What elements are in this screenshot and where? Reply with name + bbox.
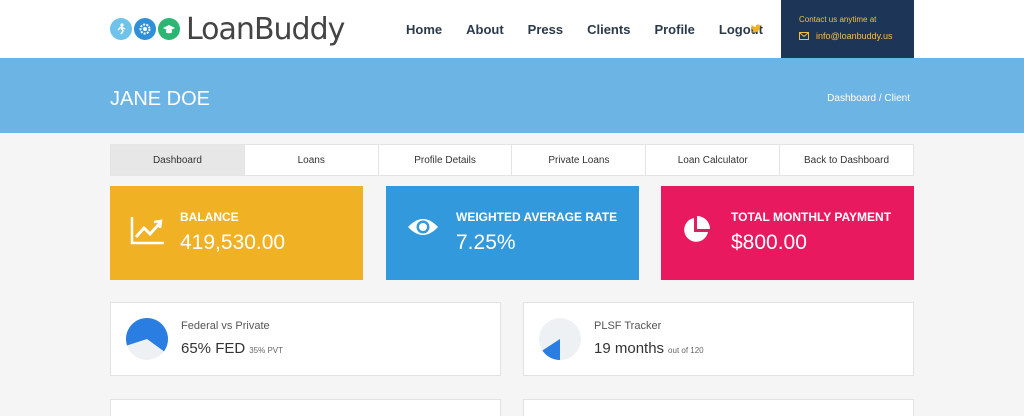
- private-percent: 35% PVT: [249, 346, 283, 355]
- rate-value: 7.25%: [456, 231, 516, 254]
- payment-card: TOTAL MONTHLY PAYMENT $800.00: [661, 186, 914, 280]
- envelope-icon: [799, 32, 809, 40]
- tab-loan-calculator[interactable]: Loan Calculator: [646, 145, 781, 175]
- nav-press[interactable]: Press: [528, 22, 563, 37]
- nav-home[interactable]: Home: [406, 22, 442, 37]
- federal-private-pie: [126, 317, 169, 360]
- payment-value: $800.00: [731, 231, 807, 254]
- page-banner: JANE DOE Dashboard / Client: [0, 58, 1024, 133]
- nav-clients[interactable]: Clients: [587, 22, 630, 37]
- contact-box: Contact us anytime at info@loanbuddy.us: [781, 0, 914, 58]
- main-nav: Home About Press Clients Profile Logout: [406, 0, 787, 58]
- plsf-tracker-panel: PLSF Tracker 19 months out of 120: [523, 302, 914, 376]
- plsf-total: out of 120: [668, 346, 704, 355]
- tab-loans[interactable]: Loans: [245, 145, 379, 175]
- federal-percent: 65% FED: [181, 340, 246, 357]
- graduation-cap-icon: [158, 18, 180, 40]
- lower-panel-left: [110, 399, 501, 416]
- pie-chart-icon: [681, 215, 711, 250]
- contact-email: info@loanbuddy.us: [816, 31, 893, 41]
- plsf-value: 19 months out of 120: [594, 340, 704, 357]
- twitter-icon[interactable]: [750, 22, 762, 34]
- plsf-pie: [539, 318, 581, 360]
- tab-private-loans[interactable]: Private Loans: [512, 145, 647, 175]
- nav-about[interactable]: About: [466, 22, 504, 37]
- logo[interactable]: LoanBuddy: [110, 11, 345, 47]
- brand-name: LoanBuddy: [186, 11, 345, 47]
- payment-label: TOTAL MONTHLY PAYMENT: [731, 210, 892, 224]
- runner-icon: [110, 18, 132, 40]
- plsf-label: PLSF Tracker: [594, 320, 662, 332]
- contact-email-link[interactable]: info@loanbuddy.us: [799, 31, 893, 41]
- tab-profile-details[interactable]: Profile Details: [379, 145, 513, 175]
- contact-label: Contact us anytime at: [799, 15, 877, 24]
- tab-back-to-dashboard[interactable]: Back to Dashboard: [780, 145, 913, 175]
- tab-dashboard[interactable]: Dashboard: [111, 145, 245, 175]
- balance-card: BALANCE 419,530.00: [110, 186, 363, 280]
- client-tabs: Dashboard Loans Profile Details Private …: [110, 144, 914, 176]
- trend-up-icon: [130, 215, 166, 250]
- federal-vs-private-panel: Federal vs Private 65% FED 35% PVT: [110, 302, 501, 376]
- balance-value: 419,530.00: [180, 231, 286, 254]
- federal-private-label: Federal vs Private: [181, 320, 270, 332]
- balance-label: BALANCE: [180, 210, 239, 224]
- plsf-months: 19 months: [594, 340, 665, 357]
- site-header: LoanBuddy Home About Press Clients Profi…: [0, 0, 1024, 58]
- federal-private-value: 65% FED 35% PVT: [181, 340, 283, 357]
- gear-icon: [134, 18, 156, 40]
- page-title: JANE DOE: [110, 88, 211, 110]
- breadcrumb[interactable]: Dashboard / Client: [827, 93, 910, 104]
- lower-panel-right: [523, 399, 914, 416]
- rate-card: WEIGHTED AVERAGE RATE 7.25%: [386, 186, 639, 280]
- eye-icon: [406, 215, 440, 244]
- nav-profile[interactable]: Profile: [654, 22, 694, 37]
- rate-label: WEIGHTED AVERAGE RATE: [456, 210, 618, 224]
